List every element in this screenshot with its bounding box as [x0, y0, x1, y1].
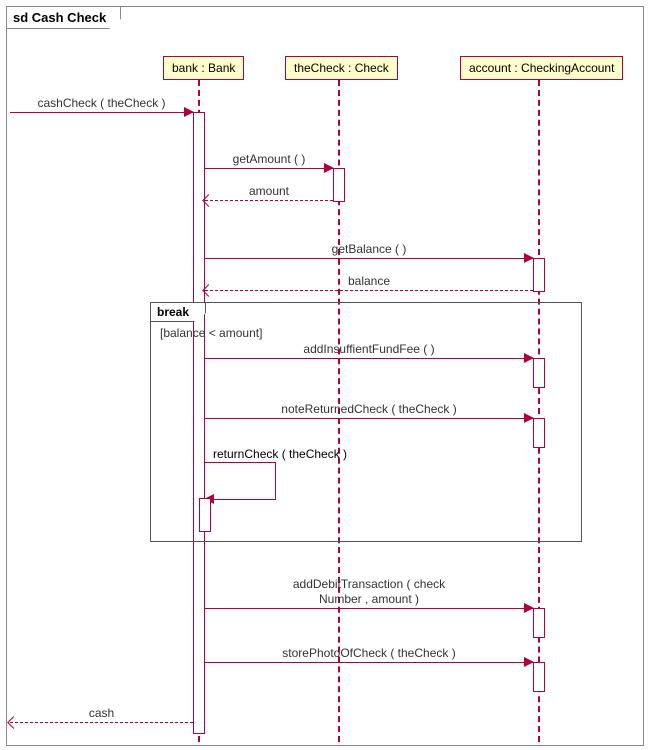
msg-adddebit-label: addDebitTransaction ( check Number , amo…	[293, 577, 445, 606]
msg-getbalance-label: getBalance ( )	[332, 242, 407, 256]
msg-cash-return: cash	[10, 722, 193, 723]
msg-getamount: getAmount ( )	[205, 168, 333, 169]
msg-noteret-label: noteReturnedCheck ( theCheck )	[281, 402, 456, 416]
arrowhead-icon	[184, 107, 194, 117]
activation-account-noteret	[533, 418, 545, 448]
sequence-diagram: sd Cash Check bank : Bank theCheck : Che…	[0, 0, 650, 750]
msg-storephoto-label: storePhotoOfCheck ( theCheck )	[282, 646, 455, 660]
activation-account-addfee	[533, 358, 545, 388]
msg-returncheck-self: returnCheck ( theCheck )	[205, 462, 276, 500]
lifeline-account-head: account : CheckingAccount	[460, 56, 623, 80]
msg-addfee-label: addInsuffientFundFee ( )	[303, 342, 434, 356]
msg-noteret: noteReturnedCheck ( theCheck )	[205, 418, 533, 419]
activation-account-getbalance	[533, 258, 545, 292]
activation-check-getamount	[333, 168, 345, 202]
lifeline-check-head: theCheck : Check	[285, 56, 398, 80]
msg-adddebit-line1: addDebitTransaction ( check	[293, 577, 445, 591]
msg-amount-return: amount	[205, 200, 333, 201]
activation-account-adddebit	[533, 608, 545, 638]
msg-balance-label: balance	[348, 274, 390, 288]
msg-cashcheck: cashCheck ( theCheck )	[10, 112, 193, 113]
lifeline-bank-head: bank : Bank	[163, 56, 244, 80]
msg-getamount-label: getAmount ( )	[233, 152, 306, 166]
msg-getbalance: getBalance ( )	[205, 258, 533, 259]
msg-adddebit-line2: Number , amount )	[319, 592, 419, 606]
activation-account-storephoto	[533, 662, 545, 692]
diagram-title: sd Cash Check	[6, 6, 121, 29]
msg-storephoto: storePhotoOfCheck ( theCheck )	[205, 662, 533, 663]
msg-cash-label: cash	[89, 706, 114, 720]
msg-cashcheck-label: cashCheck ( theCheck )	[37, 96, 165, 110]
activation-bank-returncheck	[199, 498, 211, 532]
fragment-operator: break	[150, 302, 206, 322]
msg-addfee: addInsuffientFundFee ( )	[205, 358, 533, 359]
msg-amount-label: amount	[249, 184, 289, 198]
msg-returncheck-label: returnCheck ( theCheck )	[213, 447, 347, 461]
msg-balance-return: balance	[205, 290, 533, 291]
msg-adddebit: addDebitTransaction ( check Number , amo…	[205, 608, 533, 609]
fragment-guard: [balance < amount]	[160, 326, 262, 340]
